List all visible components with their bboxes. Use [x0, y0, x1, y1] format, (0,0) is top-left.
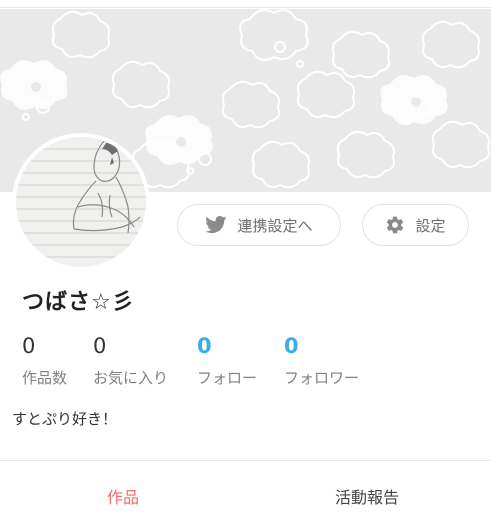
stat-favorites-label: お気に入り [93, 369, 169, 387]
avatar[interactable] [12, 133, 150, 271]
stat-works-label: 作品数 [22, 369, 68, 387]
stat-following-label: フォロー [197, 369, 258, 387]
stat-followers[interactable]: 0 フォロワー [284, 334, 359, 388]
stat-works-count: 0 [22, 334, 36, 358]
stat-following[interactable]: 0 フォロー [197, 334, 257, 388]
twitter-link-button[interactable]: 連携設定へ [177, 204, 341, 246]
twitter-bird-icon [205, 216, 227, 234]
stat-followers-label: フォロワー [284, 369, 360, 387]
avatar-image [16, 137, 146, 267]
profile-bio: すとぷり好き！ [12, 410, 118, 428]
stat-followers-count: 0 [284, 334, 299, 358]
username: つばさ☆彡 [22, 290, 135, 315]
gear-icon [387, 216, 404, 234]
twitter-link-label: 連携設定へ [237, 216, 313, 235]
tab-activity-reports[interactable]: 活動報告 [335, 484, 399, 508]
settings-button[interactable]: 設定 [362, 204, 469, 246]
settings-label: 設定 [415, 216, 446, 235]
stat-following-count: 0 [197, 334, 212, 358]
stat-works: 0 作品数 [22, 334, 67, 388]
stat-favorites-count: 0 [93, 334, 107, 358]
stat-favorites[interactable]: 0 お気に入り [93, 334, 168, 388]
divider [0, 460, 491, 461]
tab-works[interactable]: 作品 [107, 484, 139, 508]
top-bar [0, 0, 491, 8]
